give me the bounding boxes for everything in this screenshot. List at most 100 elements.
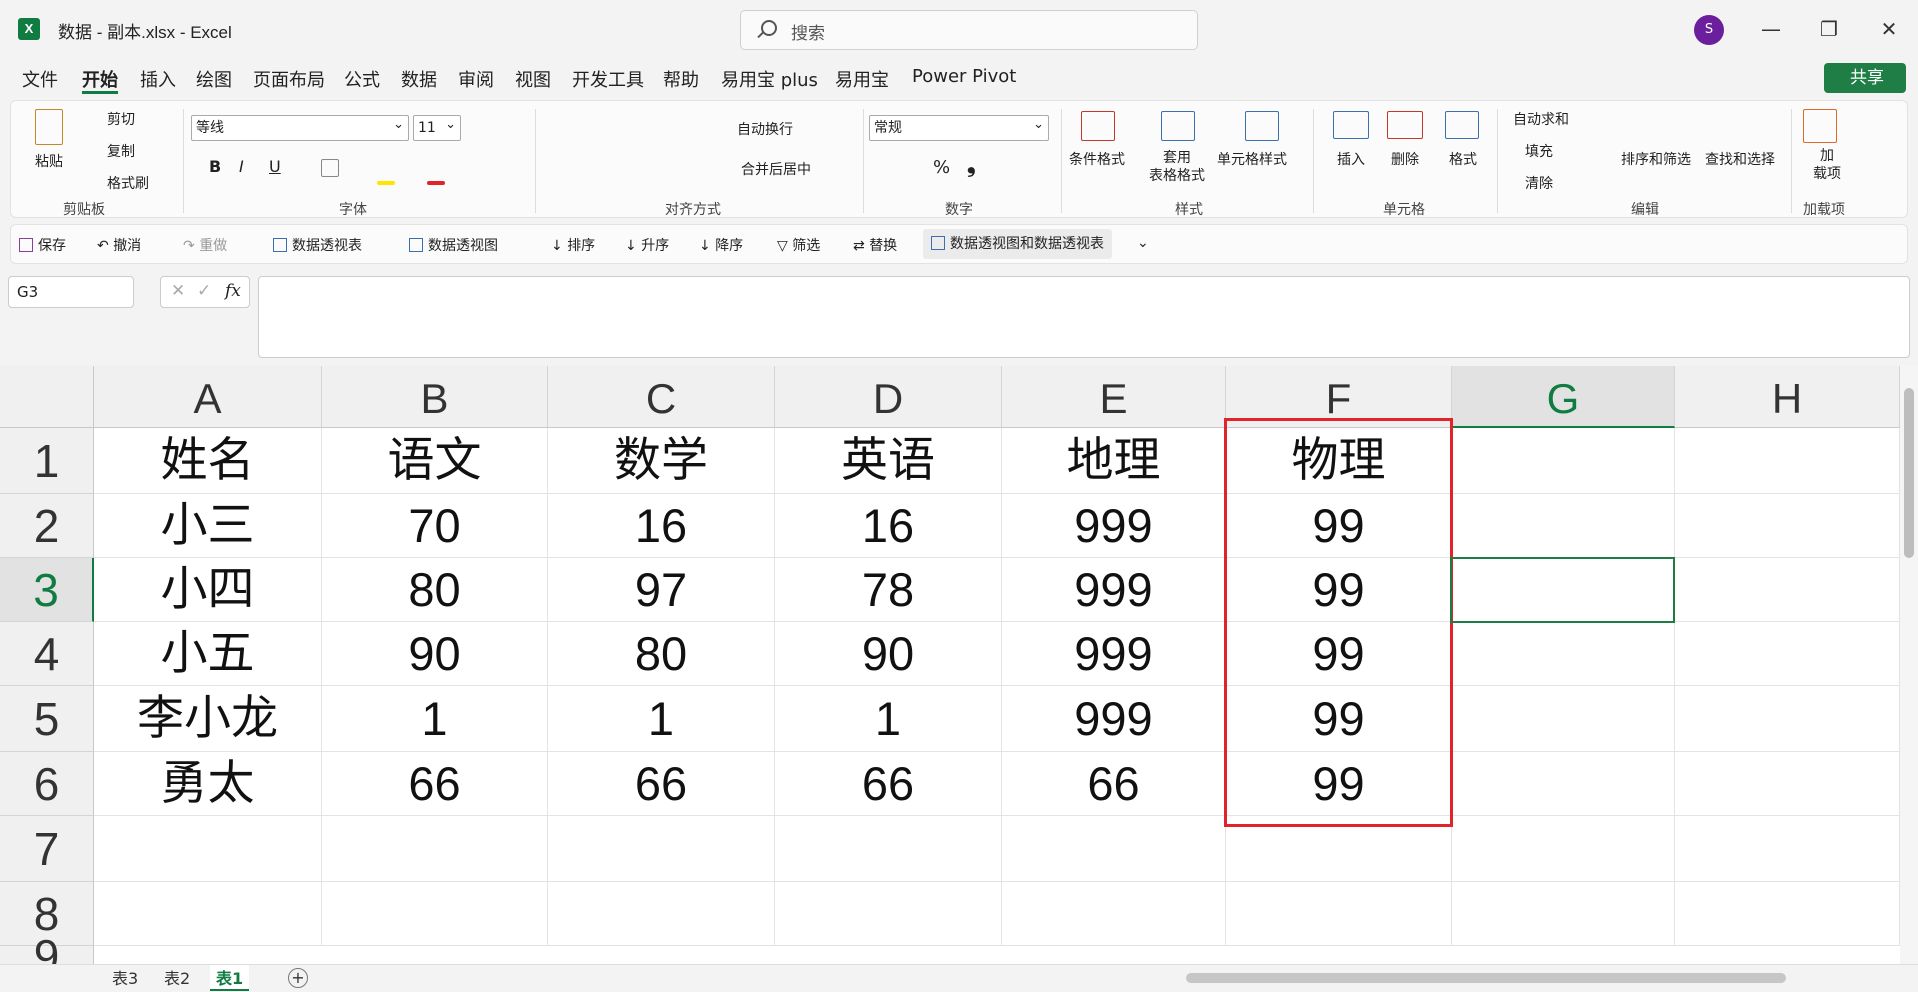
row-header-3[interactable]: 3 [0,558,94,622]
pivot-both-button[interactable]: 数据透视图和数据透视表 [923,229,1112,259]
delete-cells-button[interactable]: 删除 [1391,149,1419,169]
autosum-button[interactable]: 自动求和 [1513,109,1569,129]
cell-E4[interactable]: 999 [1002,622,1226,686]
conditional-format-icon[interactable] [1081,111,1115,141]
cell-C8[interactable] [548,882,775,946]
cell-H3[interactable] [1675,558,1900,622]
tab-easyuse[interactable]: 易用宝 [835,66,889,92]
cell-A1[interactable]: 姓名 [94,428,322,494]
format-cells-button[interactable]: 格式 [1449,149,1477,169]
pivot-chart-button[interactable]: 数据透视图 [409,235,498,255]
tab-file[interactable]: 文件 [22,66,58,92]
border-icon[interactable] [321,159,339,177]
column-header-A[interactable]: A [94,366,322,428]
column-header-D[interactable]: D [775,366,1002,428]
font-color-icon[interactable] [427,181,445,185]
sheet-tab-1[interactable]: 表1 [210,965,250,991]
cell-C1[interactable]: 数学 [548,428,775,494]
cell-D7[interactable] [775,816,1002,882]
pivot-table-button[interactable]: 数据透视表 [273,235,362,255]
vertical-scroll-thumb[interactable] [1904,388,1914,558]
find-select-button[interactable]: 查找和选择 [1705,149,1775,169]
column-header-H[interactable]: H [1675,366,1900,428]
sort-filter-button[interactable]: 排序和筛选 [1621,149,1691,169]
select-all-corner[interactable] [0,366,94,428]
cell-E6[interactable]: 66 [1002,752,1226,816]
delete-cells-icon[interactable] [1387,111,1423,139]
cell-H4[interactable] [1675,622,1900,686]
tab-power-pivot[interactable]: Power Pivot [912,66,1016,87]
save-button[interactable]: 保存 [19,235,66,255]
conditional-format-button[interactable]: 条件格式 [1069,149,1125,169]
cell-B6[interactable]: 66 [322,752,548,816]
paste-button[interactable]: 粘贴 [35,151,63,171]
cell-styles-icon[interactable] [1245,111,1279,141]
italic-button[interactable]: I [239,157,244,176]
formula-input[interactable] [258,276,1910,358]
font-name-dropdown[interactable]: 等线 [191,113,409,141]
cell-B8[interactable] [322,882,548,946]
cell-C5[interactable]: 1 [548,686,775,752]
cut-button[interactable]: 剪切 [107,109,135,129]
format-cells-icon[interactable] [1445,111,1479,139]
tab-home[interactable]: 开始 [82,66,118,92]
close-button[interactable]: ✕ [1874,14,1904,44]
cell-D3[interactable]: 78 [775,558,1002,622]
function-icon[interactable]: fx [225,281,241,301]
search-input[interactable]: 搜索 [740,10,1198,50]
cell-A2[interactable]: 小三 [94,494,322,558]
sheet-tab-2[interactable]: 表2 [164,965,190,989]
copy-button[interactable]: 复制 [107,141,135,161]
underline-button[interactable]: U [269,157,281,176]
table-format-icon[interactable] [1161,111,1195,141]
cell-G8[interactable] [1452,882,1675,946]
cell-G7[interactable] [1452,816,1675,882]
restore-button[interactable]: ❐ [1814,14,1844,44]
name-box[interactable]: G3 [8,276,134,308]
cell-D1[interactable]: 英语 [775,428,1002,494]
minimize-button[interactable]: — [1756,14,1786,44]
sort-desc-button[interactable]: ↓ 降序 [699,235,743,255]
cell-C2[interactable]: 16 [548,494,775,558]
horizontal-scroll-thumb[interactable] [1186,973,1786,983]
cell-E8[interactable] [1002,882,1226,946]
sort-button[interactable]: ↓ 排序 [551,235,595,255]
cell-D4[interactable]: 90 [775,622,1002,686]
cell-G1[interactable] [1452,428,1675,494]
cell-A8[interactable] [94,882,322,946]
cell-styles-button[interactable]: 单元格样式 [1217,149,1287,169]
sheet-tab-3[interactable]: 表3 [112,965,138,989]
fill-color-icon[interactable] [377,181,395,185]
cell-H1[interactable] [1675,428,1900,494]
check-icon[interactable]: ✓ [197,281,211,301]
cell-D6[interactable]: 66 [775,752,1002,816]
cancel-icon[interactable]: ✕ [171,281,185,301]
cell-B5[interactable]: 1 [322,686,548,752]
avatar[interactable]: S [1694,15,1724,45]
cell-G5[interactable] [1452,686,1675,752]
cell-C4[interactable]: 80 [548,622,775,686]
column-header-B[interactable]: B [322,366,548,428]
bold-button[interactable]: B [209,157,221,176]
tab-data[interactable]: 数据 [401,66,437,92]
table-format-button[interactable]: 套用 表格格式 [1149,149,1205,185]
fill-button[interactable]: 填充 [1525,141,1553,161]
cell-B2[interactable]: 70 [322,494,548,558]
sort-asc-button[interactable]: ↓ 升序 [625,235,669,255]
qat-more-button[interactable]: ⌄ [1137,235,1149,251]
row-header-5[interactable]: 5 [0,686,94,752]
cell-A4[interactable]: 小五 [94,622,322,686]
cell-B4[interactable]: 90 [322,622,548,686]
cell-E2[interactable]: 999 [1002,494,1226,558]
share-button[interactable]: 共享 [1824,63,1906,93]
cell-G2[interactable] [1452,494,1675,558]
tab-draw[interactable]: 绘图 [196,66,232,92]
cell-A6[interactable]: 勇太 [94,752,322,816]
row-header-4[interactable]: 4 [0,622,94,686]
cell-F8[interactable] [1226,882,1452,946]
tab-easyuse-plus[interactable]: 易用宝 plus [721,66,818,92]
tab-formulas[interactable]: 公式 [344,66,380,92]
cell-H7[interactable] [1675,816,1900,882]
cell-E1[interactable]: 地理 [1002,428,1226,494]
percent-button[interactable]: % [933,157,950,178]
